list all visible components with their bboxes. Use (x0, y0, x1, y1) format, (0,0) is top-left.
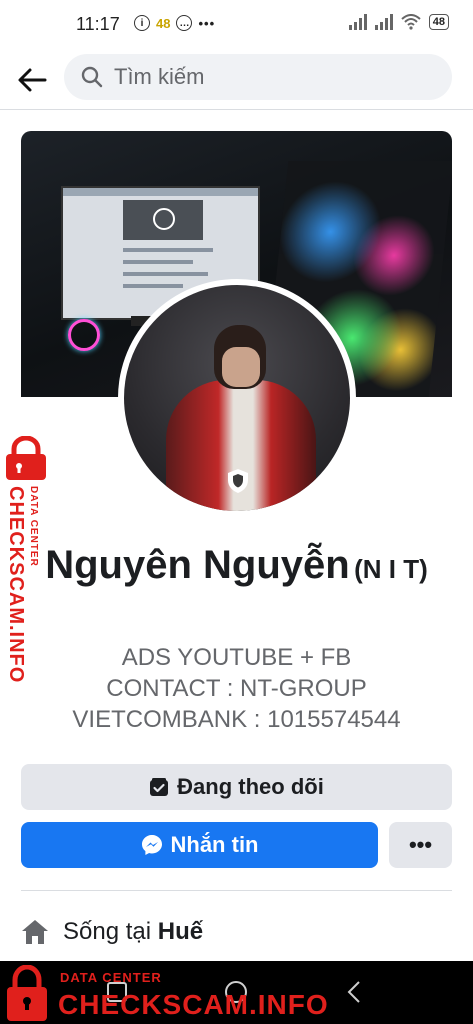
search-icon (81, 66, 103, 88)
status-right-icons: 48 (348, 14, 449, 30)
watermark-bottom: DATA CENTER CHECKSCAM.INFO (0, 963, 328, 1024)
watermark-lock-icon (7, 965, 47, 1021)
back-nav-icon[interactable] (342, 979, 368, 1005)
message-button-label: Nhắn tin (170, 832, 259, 857)
lives-in-row: Sống tại Huế (21, 912, 203, 952)
profile-name-nickname: (N I T) (354, 554, 428, 584)
signal-icon (348, 14, 367, 30)
profile-guard-shield-icon (225, 468, 251, 494)
signal-icon-2 (374, 14, 393, 30)
home-icon (22, 920, 48, 944)
bio-line: ADS YOUTUBE + FB (121, 644, 352, 671)
watermark-lock-icon (6, 436, 46, 480)
cover-rgb-fan (68, 319, 100, 351)
more-dots-icon: ••• (408, 832, 433, 857)
search-input[interactable] (112, 63, 436, 91)
following-button[interactable]: Đang theo dõi (21, 764, 452, 810)
more-options-button[interactable]: ••• (389, 822, 452, 868)
info-icon: i (134, 15, 150, 31)
status-bar: 11:17 i 48 … ••• 48 (0, 0, 473, 48)
bio-line: CONTACT : NT-GROUP (106, 675, 367, 702)
bio-line: VIETCOMBANK : 1015574544 (72, 706, 401, 733)
section-divider (21, 890, 452, 891)
watermark-side: CHECKSCAM.INFO DATA CENTER (0, 436, 54, 683)
profile-name-main: Nguyên Nguyễn (45, 543, 350, 587)
back-button[interactable] (14, 62, 50, 98)
watermark-bottom-big: CHECKSCAM.INFO (58, 989, 329, 1020)
watermark-side-big: CHECKSCAM.INFO (5, 486, 27, 684)
profile-bio: ADS YOUTUBE + FB CONTACT : NT-GROUP VIET… (0, 642, 473, 735)
status-notification-icons: i 48 … ••• (134, 15, 215, 31)
top-search-bar (0, 52, 473, 108)
back-arrow-icon (18, 68, 47, 92)
battery-indicator: 48 (428, 14, 449, 30)
more-status-dots: ••• (198, 15, 216, 31)
status-time: 11:17 (76, 14, 120, 34)
profile-name: Nguyên Nguyễn (N I T) (0, 538, 473, 601)
search-box[interactable] (64, 54, 452, 100)
wifi-icon (401, 14, 421, 30)
messenger-status-icon: … (176, 15, 193, 31)
header-divider (0, 109, 473, 110)
messenger-icon (141, 835, 162, 855)
lives-in-text: Sống tại Huế (63, 918, 204, 945)
following-check-icon (150, 778, 169, 796)
notification-count: 48 (156, 15, 171, 31)
following-button-label: Đang theo dõi (177, 774, 324, 799)
message-button[interactable]: Nhắn tin (21, 822, 378, 868)
watermark-bottom-small: DATA CENTER (60, 970, 162, 985)
lives-in-city: Huế (157, 918, 204, 945)
watermark-side-small: DATA CENTER (28, 486, 39, 567)
